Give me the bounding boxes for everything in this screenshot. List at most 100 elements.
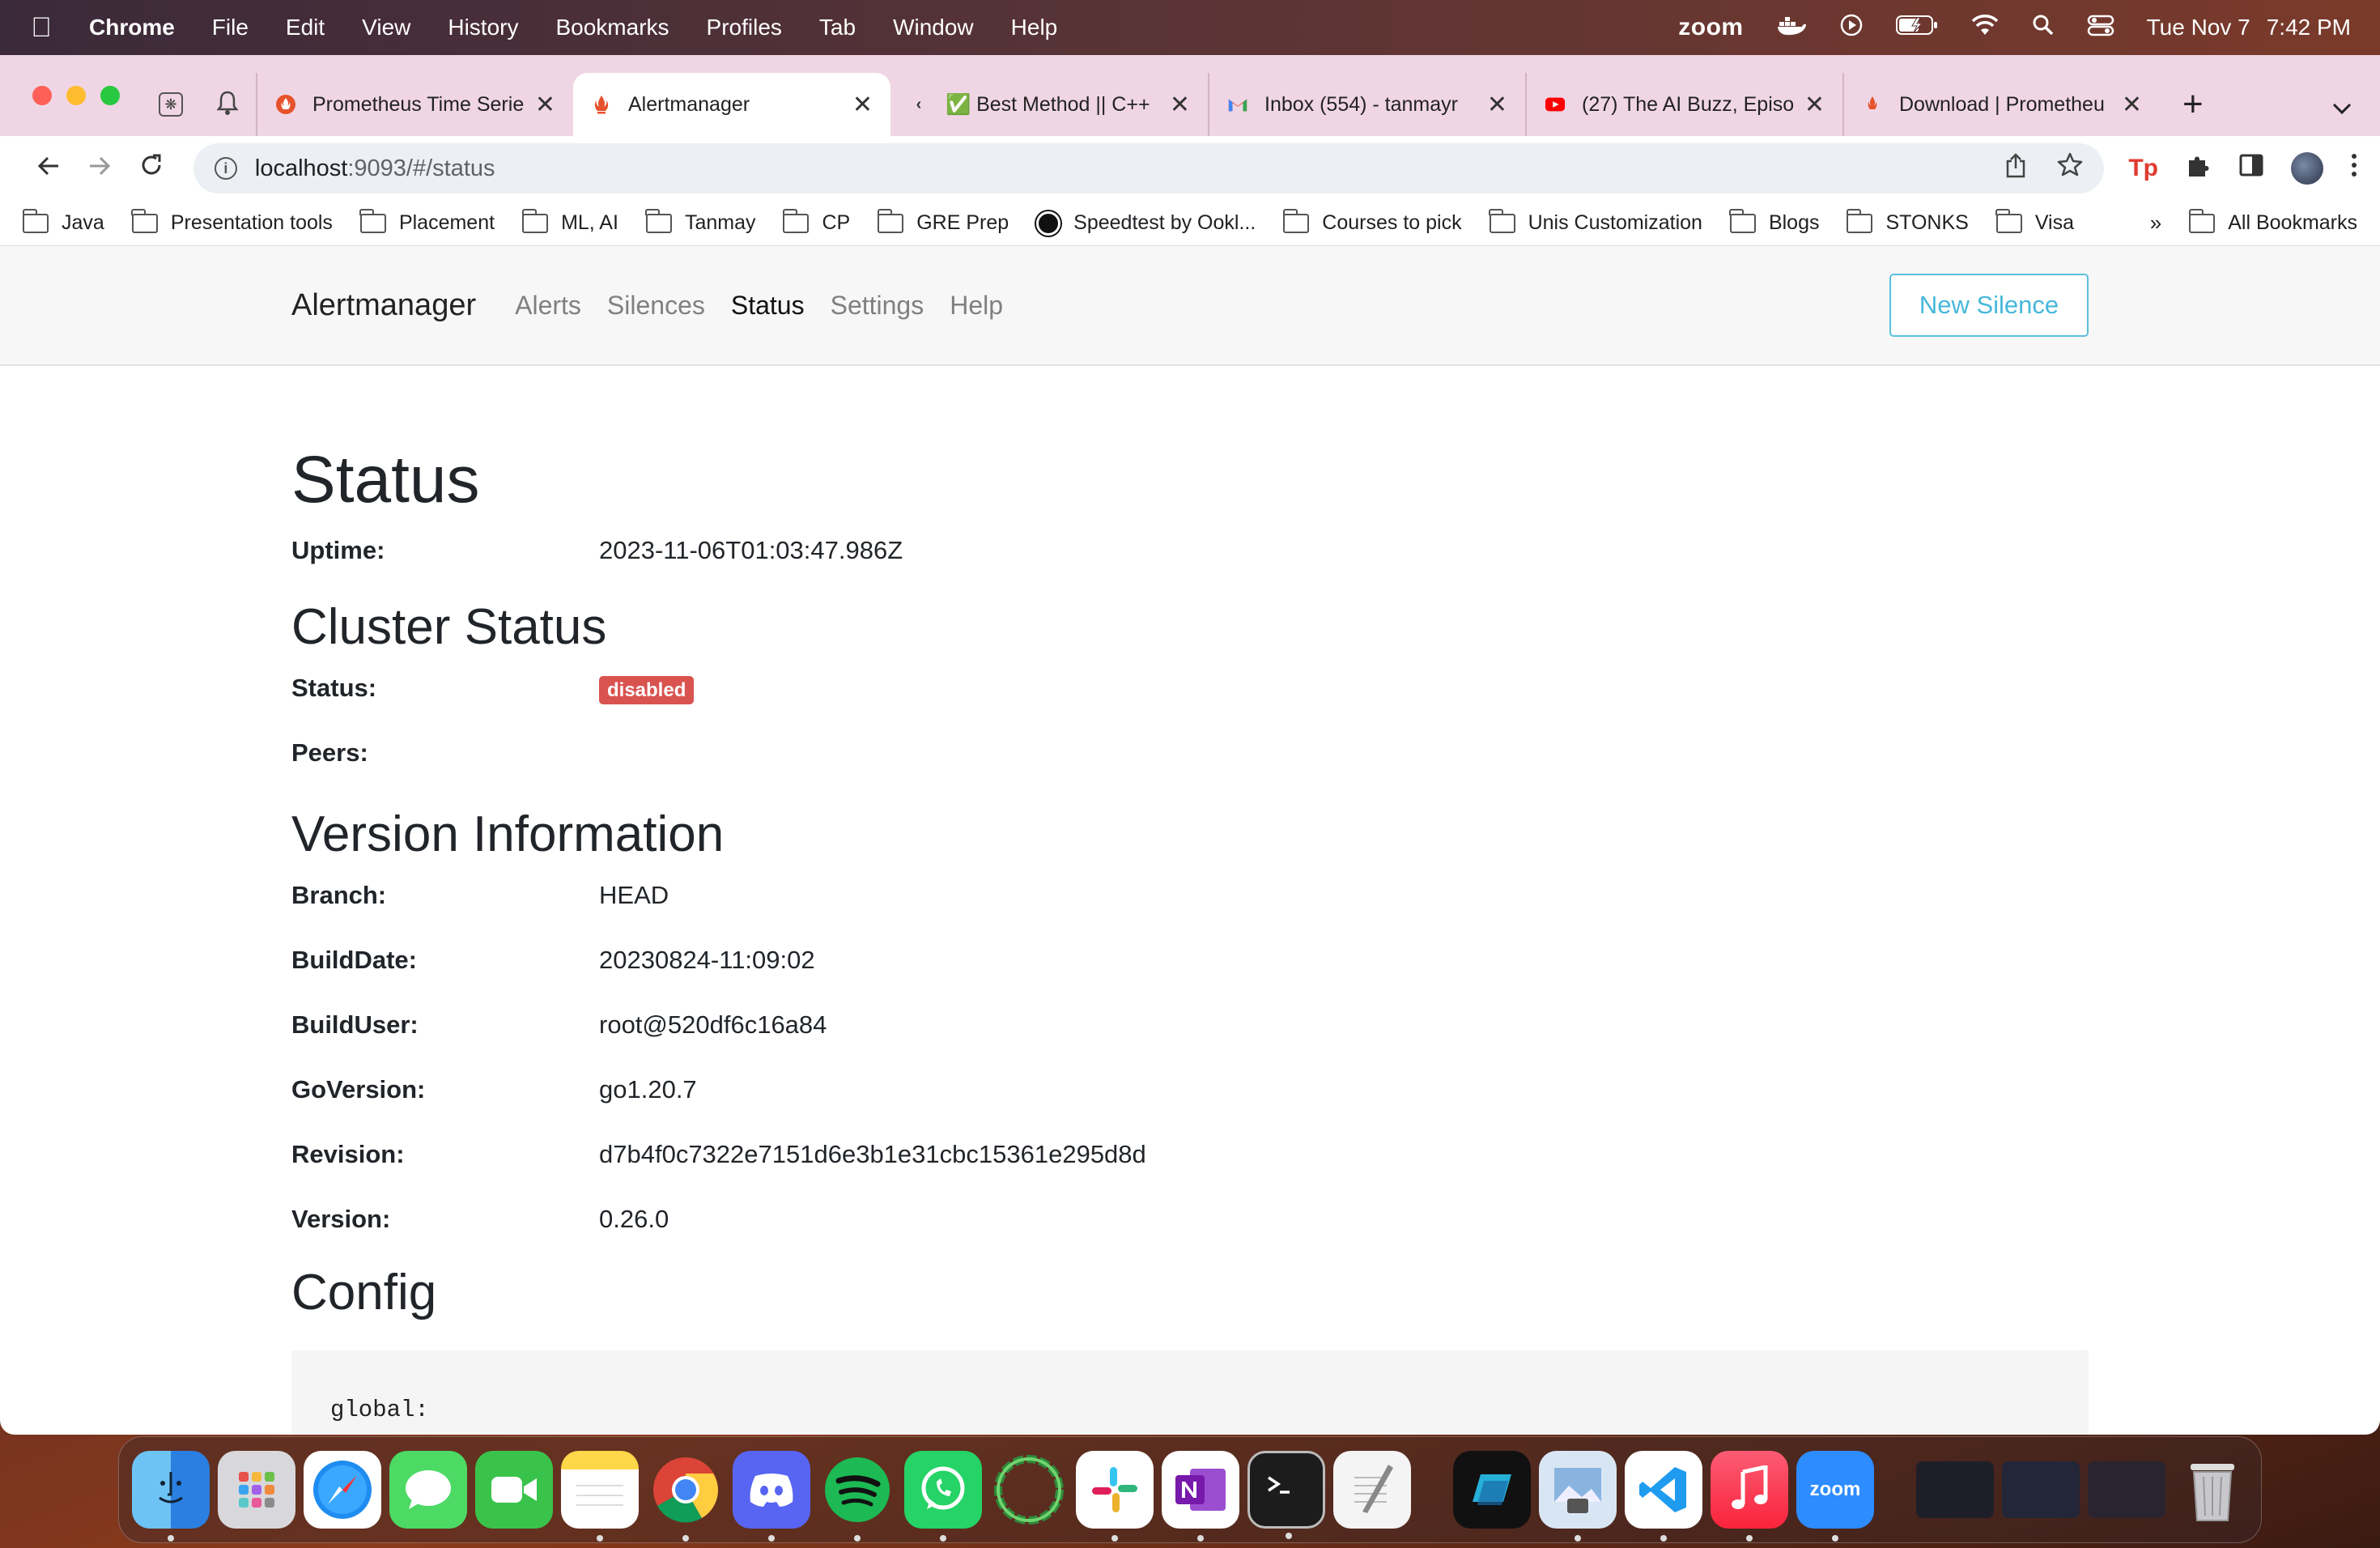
share-icon[interactable] <box>2005 152 2026 185</box>
textedit-icon[interactable] <box>1333 1451 1411 1529</box>
wifi-icon[interactable] <box>1970 14 2000 42</box>
tab-download-prometheus[interactable]: Download | Prometheu ✕ <box>1842 73 2160 136</box>
menu-history[interactable]: History <box>448 15 518 40</box>
bookmark-folder[interactable]: Unis Customization <box>1489 208 1702 235</box>
bookmark-star-icon[interactable] <box>2057 152 2083 185</box>
slack-icon[interactable] <box>1076 1451 1154 1542</box>
puzzle-extensions-icon[interactable] <box>2186 152 2212 185</box>
play-circle-icon[interactable] <box>1839 13 1864 43</box>
side-panel-icon[interactable] <box>2239 154 2263 183</box>
address-bar[interactable]: i localhost:9093/#/status <box>193 143 2105 194</box>
reload-icon[interactable] <box>125 153 177 185</box>
bookmark-speedtest[interactable]: Speedtest by Ookl... <box>1036 211 1256 236</box>
close-tab-icon[interactable]: ✕ <box>852 91 873 119</box>
minimized-window-thumbnail[interactable] <box>1916 1461 1994 1518</box>
site-info-icon[interactable]: i <box>214 157 237 180</box>
facetime-icon[interactable] <box>475 1451 553 1529</box>
close-tab-icon[interactable]: ✕ <box>535 91 555 119</box>
close-window-button[interactable] <box>32 86 52 105</box>
bookmark-folder[interactable]: Tanmay <box>645 208 755 235</box>
close-tab-icon[interactable]: ✕ <box>2122 91 2142 119</box>
discord-icon[interactable] <box>733 1451 810 1542</box>
tab-gmail-inbox[interactable]: Inbox (554) - tanmayr ✕ <box>1208 73 1525 136</box>
menu-app-name[interactable]: Chrome <box>89 15 175 40</box>
terminal-icon[interactable] <box>1247 1451 1325 1539</box>
tab-best-method[interactable]: ‹ ✅ Best Method || C++ ✕ <box>890 73 1208 136</box>
menu-window[interactable]: Window <box>893 15 974 40</box>
menu-profiles[interactable]: Profiles <box>707 15 782 40</box>
bookmark-folder[interactable]: GRE Prep <box>877 208 1009 235</box>
all-bookmarks-folder[interactable]: All Bookmarks <box>2188 208 2357 235</box>
close-tab-icon[interactable]: ✕ <box>1804 91 1825 119</box>
menu-help[interactable]: Help <box>1011 15 1058 40</box>
trash-icon[interactable] <box>2174 1451 2251 1529</box>
bookmark-folder[interactable]: Java <box>22 208 104 235</box>
menu-file[interactable]: File <box>212 15 249 40</box>
close-tab-icon[interactable]: ✕ <box>1170 91 1190 119</box>
tab-alertmanager[interactable]: Alertmanager ✕ <box>573 73 890 136</box>
tab-title: Inbox (554) - tanmayr <box>1264 92 1458 116</box>
preview-icon[interactable] <box>1539 1451 1617 1542</box>
bookmark-folder[interactable]: Placement <box>359 208 495 235</box>
bell-icon[interactable] <box>215 90 240 120</box>
chrome-icon[interactable] <box>647 1451 725 1542</box>
tab-search-chevron-icon[interactable] <box>2331 96 2352 121</box>
spotify-icon[interactable] <box>818 1451 896 1542</box>
safari-icon[interactable] <box>304 1451 381 1529</box>
bookmark-label: Blogs <box>1768 211 1820 234</box>
nav-settings[interactable]: Settings <box>831 291 924 321</box>
finder-icon[interactable] <box>132 1451 210 1542</box>
whatsapp-icon[interactable] <box>904 1451 982 1542</box>
activity-icon[interactable] <box>990 1451 1068 1529</box>
profile-avatar[interactable] <box>2291 152 2323 185</box>
bookmark-folder[interactable]: Blogs <box>1729 208 1820 235</box>
zoom-status-icon[interactable]: zoom <box>1678 14 1743 41</box>
messages-icon[interactable] <box>389 1451 467 1529</box>
menu-view[interactable]: View <box>362 15 410 40</box>
close-tab-icon[interactable]: ✕ <box>1487 91 1507 119</box>
menu-bookmarks[interactable]: Bookmarks <box>555 15 669 40</box>
minimized-window-thumbnail[interactable] <box>2002 1461 2080 1518</box>
docker-icon[interactable] <box>1776 14 1807 42</box>
music-icon[interactable] <box>1711 1451 1788 1542</box>
tab-prometheus-time-series[interactable]: Prometheus Time Serie ✕ <box>256 73 573 136</box>
tp-extension-icon[interactable]: Tp <box>2128 155 2158 182</box>
minimized-window-thumbnail[interactable] <box>2088 1461 2165 1518</box>
nav-alerts[interactable]: Alerts <box>515 291 581 321</box>
control-center-icon[interactable] <box>2087 14 2114 42</box>
menu-tab[interactable]: Tab <box>819 15 856 40</box>
bookmark-folder[interactable]: Visa <box>1995 208 2074 235</box>
apple-icon[interactable]:  <box>29 12 53 44</box>
bookmark-folder[interactable]: ML, AI <box>521 208 618 235</box>
notes-icon[interactable] <box>561 1451 639 1542</box>
bookmark-folder[interactable]: Courses to pick <box>1282 208 1462 235</box>
menu-edit[interactable]: Edit <box>286 15 325 40</box>
spotlight-search-icon[interactable] <box>2032 14 2055 42</box>
bookmark-folder[interactable]: Presentation tools <box>131 208 333 235</box>
zoom-icon[interactable]: zoom <box>1796 1451 1874 1542</box>
maximize-window-button[interactable] <box>100 86 120 105</box>
multi-app-icon[interactable] <box>1453 1451 1531 1529</box>
menubar-clock[interactable]: Tue Nov 7 7:42 PM <box>2147 15 2351 40</box>
bookmark-folder[interactable]: CP <box>782 208 850 235</box>
navbar-brand[interactable]: Alertmanager <box>291 288 476 323</box>
tab-youtube[interactable]: (27) The AI Buzz, Episo ✕ <box>1525 73 1842 136</box>
chatgpt-icon[interactable]: ❋ <box>159 92 183 117</box>
nav-silences[interactable]: Silences <box>607 291 705 321</box>
goversion-value: go1.20.7 <box>599 1075 697 1104</box>
nav-status[interactable]: Status <box>731 291 805 321</box>
vscode-icon[interactable] <box>1625 1451 1702 1542</box>
back-arrow-icon[interactable] <box>23 153 74 185</box>
minimize-window-button[interactable] <box>66 86 86 105</box>
onenote-icon[interactable] <box>1162 1451 1239 1542</box>
launchpad-icon[interactable] <box>218 1451 295 1529</box>
branch-value: HEAD <box>599 881 669 909</box>
new-silence-button[interactable]: New Silence <box>1889 274 2089 337</box>
new-tab-button[interactable]: + <box>2182 73 2204 136</box>
battery-icon[interactable] <box>1895 15 1938 41</box>
nav-help[interactable]: Help <box>950 291 1003 321</box>
bookmark-folder[interactable]: STONKS <box>1846 208 1969 235</box>
more-bookmarks-chevron-icon[interactable]: » <box>2150 211 2161 236</box>
forward-arrow-icon[interactable] <box>74 153 126 185</box>
kebab-menu-icon[interactable] <box>2351 153 2357 184</box>
